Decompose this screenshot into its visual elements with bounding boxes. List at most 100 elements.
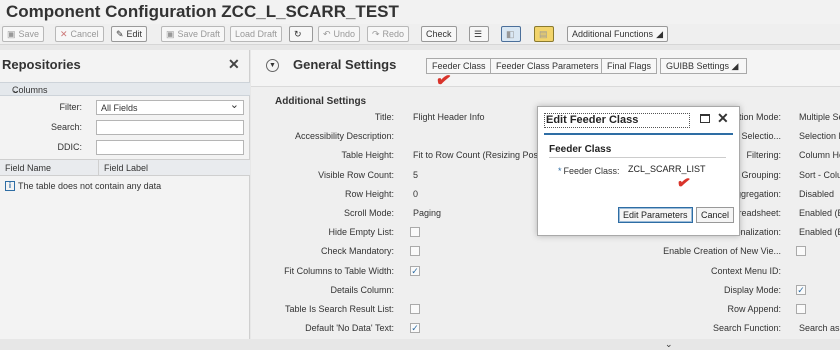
- toolbar: ▣ Save ✕ Cancel ✎ Edit ▣ Save Draft Load Dra…: [0, 24, 840, 45]
- cancel-button[interactable]: ✕ Cancel: [55, 26, 104, 42]
- property-value[interactable]: Column He: [799, 150, 840, 160]
- search-label: Search:: [50, 122, 82, 132]
- property-label: Visible Row Count:: [318, 169, 394, 180]
- edit-parameters-button[interactable]: Edit Parameters: [618, 207, 693, 223]
- property-value[interactable]: Search as F: [799, 323, 840, 333]
- feeder-class-value[interactable]: ZCL_SCARR_LIST: [628, 164, 706, 174]
- feeder-class-button[interactable]: Feeder Class: [426, 58, 492, 74]
- undo-button[interactable]: ↶ Undo: [318, 26, 361, 42]
- layout-bottom-button[interactable]: ▤: [534, 26, 554, 42]
- split-layout-icon: ◧: [506, 29, 515, 39]
- property-value[interactable]: Enabled (E: [799, 208, 840, 218]
- property-label: Table Height:: [341, 150, 394, 161]
- feeder-class-label: * Feeder Class:: [558, 166, 620, 176]
- search-row: Search:: [0, 120, 250, 136]
- pencil-icon: ✎: [116, 29, 124, 39]
- page-title: Component Configuration ZCC_L_SCARR_TEST: [6, 2, 399, 21]
- close-icon[interactable]: ✕: [717, 110, 729, 127]
- property-value[interactable]: Paging: [413, 208, 441, 218]
- property-label: Title:: [374, 112, 394, 122]
- section-divider: [549, 157, 726, 158]
- property-label: Search Function:: [712, 323, 781, 334]
- property-label: Context Menu ID:: [710, 265, 781, 276]
- edit-button[interactable]: ✎ Edit: [111, 26, 148, 42]
- feeder-class-parameters-button[interactable]: Feeder Class Parameters: [490, 58, 605, 74]
- maximize-icon[interactable]: [700, 114, 710, 123]
- columns-section-header[interactable]: ⌄ Columns: [0, 82, 250, 96]
- property-checkbox[interactable]: ✓: [410, 265, 420, 276]
- property-label: Enable Creation of New Vie...: [663, 246, 781, 257]
- property-value[interactable]: Enabled (E: [799, 227, 840, 237]
- info-icon: i: [5, 181, 15, 191]
- property-value[interactable]: 5: [413, 170, 418, 180]
- col-header-field-label[interactable]: Field Label: [104, 163, 148, 173]
- property-label: Scroll Mode:: [343, 208, 394, 218]
- property-label: Check Mandatory:: [320, 246, 394, 257]
- property-label: ction Mode:: [734, 112, 781, 122]
- property-label: Table Is Search Result List:: [284, 304, 394, 314]
- ddic-row: DDIC:: [0, 140, 250, 156]
- table-header: Field Name Field Label: [0, 159, 250, 176]
- dialog-title: Edit Feeder Class: [544, 113, 690, 128]
- columns-label: Columns: [12, 85, 48, 95]
- property-checkbox[interactable]: ✓: [410, 323, 420, 334]
- property-label: Row Append:: [727, 304, 781, 314]
- property-checkbox[interactable]: [796, 246, 806, 257]
- dialog-cancel-button[interactable]: Cancel: [696, 207, 735, 223]
- save-button[interactable]: ▣ Save: [2, 26, 45, 42]
- general-settings-title: General Settings: [293, 57, 397, 72]
- save-draft-button[interactable]: ▣ Save Draft: [161, 26, 226, 42]
- undo-icon: ↶: [323, 29, 331, 39]
- collapse-icon[interactable]: ▼: [266, 59, 279, 72]
- property-value[interactable]: 0: [413, 189, 418, 199]
- dropdown-corner-icon: ◢: [656, 29, 663, 39]
- property-checkbox[interactable]: [410, 304, 420, 314]
- refresh-icon: ↻: [294, 29, 302, 39]
- property-label: readsheet:: [738, 208, 781, 218]
- property-label: Details Column:: [330, 284, 394, 295]
- property-label: Grouping:: [741, 169, 781, 180]
- save-draft-icon: ▣: [166, 29, 175, 39]
- property-checkbox[interactable]: [796, 304, 806, 314]
- cancel-icon: ✕: [60, 29, 68, 39]
- property-checkbox[interactable]: [410, 246, 420, 257]
- layout-split-button[interactable]: ◧: [501, 26, 521, 42]
- property-label: Accessibility Description:: [294, 131, 394, 142]
- filter-select[interactable]: All Fields: [96, 98, 244, 115]
- ddic-label: DDIC:: [57, 142, 83, 152]
- feeder-class-section-title: Feeder Class: [549, 144, 612, 155]
- property-checkbox[interactable]: ✓: [796, 284, 806, 295]
- col-header-field-name[interactable]: Field Name: [5, 163, 51, 173]
- refresh-button[interactable]: ↻: [289, 26, 313, 42]
- property-value[interactable]: Sort - Colu: [799, 170, 840, 180]
- check-button[interactable]: Check: [421, 26, 457, 42]
- final-flags-button[interactable]: Final Flags: [601, 58, 658, 74]
- empty-table-message: i The table does not contain any data: [5, 181, 161, 191]
- close-icon[interactable]: ✕: [228, 56, 240, 73]
- dialog-title-underline: [544, 133, 733, 135]
- additional-settings-title: Additional Settings: [275, 96, 367, 107]
- load-draft-button[interactable]: Load Draft: [230, 26, 283, 42]
- property-label: Hide Empty List:: [328, 227, 394, 238]
- guibb-settings-button[interactable]: GUIBB Settings ◢: [660, 58, 748, 74]
- property-label: Default 'No Data' Text:: [305, 323, 394, 334]
- scroll-down-icon[interactable]: ⌄: [665, 339, 673, 350]
- redo-button[interactable]: ↷ Redo: [367, 26, 410, 42]
- search-input[interactable]: [96, 120, 244, 135]
- property-value[interactable]: Multiple Se: [799, 112, 840, 122]
- property-value[interactable]: Disabled: [799, 189, 834, 199]
- property-value[interactable]: Fit to Row Count (Resizing Poss: [413, 150, 543, 160]
- property-value[interactable]: Selection F: [799, 131, 840, 141]
- list-layout-icon: ☰: [474, 29, 483, 39]
- save-icon: ▣: [7, 29, 16, 39]
- ddic-input[interactable]: [96, 140, 244, 155]
- property-label: Filtering:: [746, 150, 781, 161]
- layout-list-button[interactable]: ☰: [469, 26, 489, 42]
- repositories-title: Repositories: [2, 57, 81, 72]
- property-value[interactable]: Flight Header Info: [413, 112, 485, 122]
- repositories-panel: Repositories ✕ ⌄ Columns Filter: All Fie…: [0, 50, 250, 339]
- property-checkbox[interactable]: [410, 227, 420, 238]
- edit-feeder-class-dialog: Edit Feeder Class ✕ Feeder Class * Feeder…: [537, 106, 740, 236]
- additional-functions-button[interactable]: Additional Functions ◢: [567, 26, 668, 42]
- bottom-panel-icon: ▤: [539, 29, 548, 39]
